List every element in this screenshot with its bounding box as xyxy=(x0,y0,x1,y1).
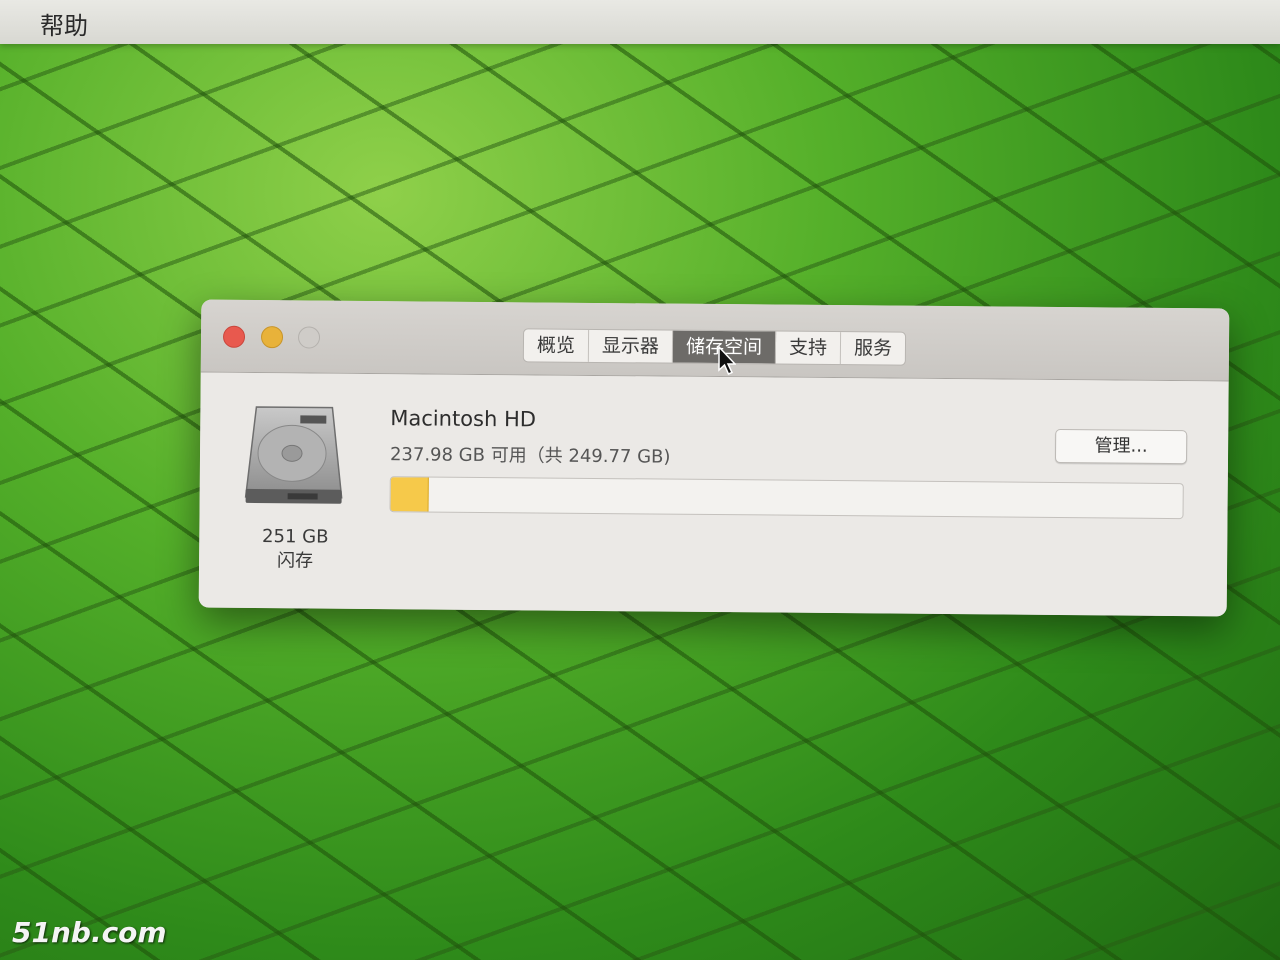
tab-displays[interactable]: 显示器 xyxy=(588,329,674,363)
window-titlebar: 概览 显示器 储存空间 支持 服务 xyxy=(200,299,1230,382)
storage-usage-bar xyxy=(389,476,1184,520)
storage-panel: 251 GB 闪存 Macintosh HD 237.98 GB 可用（共 24… xyxy=(198,372,1229,617)
arrow-cursor-icon xyxy=(718,345,737,376)
volume-name: Macintosh HD xyxy=(390,406,537,432)
hard-drive-icon xyxy=(242,403,347,508)
capacity-size: 251 GB xyxy=(262,526,329,548)
watermark: 51nb.com xyxy=(12,916,167,949)
minimize-button[interactable] xyxy=(260,326,284,349)
close-button[interactable] xyxy=(222,325,246,348)
tab-support[interactable]: 支持 xyxy=(775,331,842,365)
menu-bar: 帮助 xyxy=(0,0,1280,44)
manage-button[interactable]: 管理... xyxy=(1054,428,1188,465)
desktop: 帮助 概览 显示器 储存空间 支持 服务 251 GB 闪存 Macintosh… xyxy=(0,0,1280,960)
menu-help[interactable]: 帮助 xyxy=(40,6,88,41)
capacity-type: 闪存 xyxy=(276,550,314,572)
tab-bar: 概览 显示器 储存空间 支持 服务 xyxy=(522,328,907,366)
tab-service[interactable]: 服务 xyxy=(841,332,905,365)
volume-space-text: 237.98 GB 可用（共 249.77 GB) xyxy=(389,444,671,468)
about-this-mac-window: 概览 显示器 储存空间 支持 服务 251 GB 闪存 Macintosh HD… xyxy=(198,299,1230,617)
tab-overview[interactable]: 概览 xyxy=(523,329,590,362)
capacity-label: 251 GB 闪存 xyxy=(245,525,345,574)
storage-used-segment xyxy=(390,477,429,512)
zoom-button xyxy=(297,326,321,349)
